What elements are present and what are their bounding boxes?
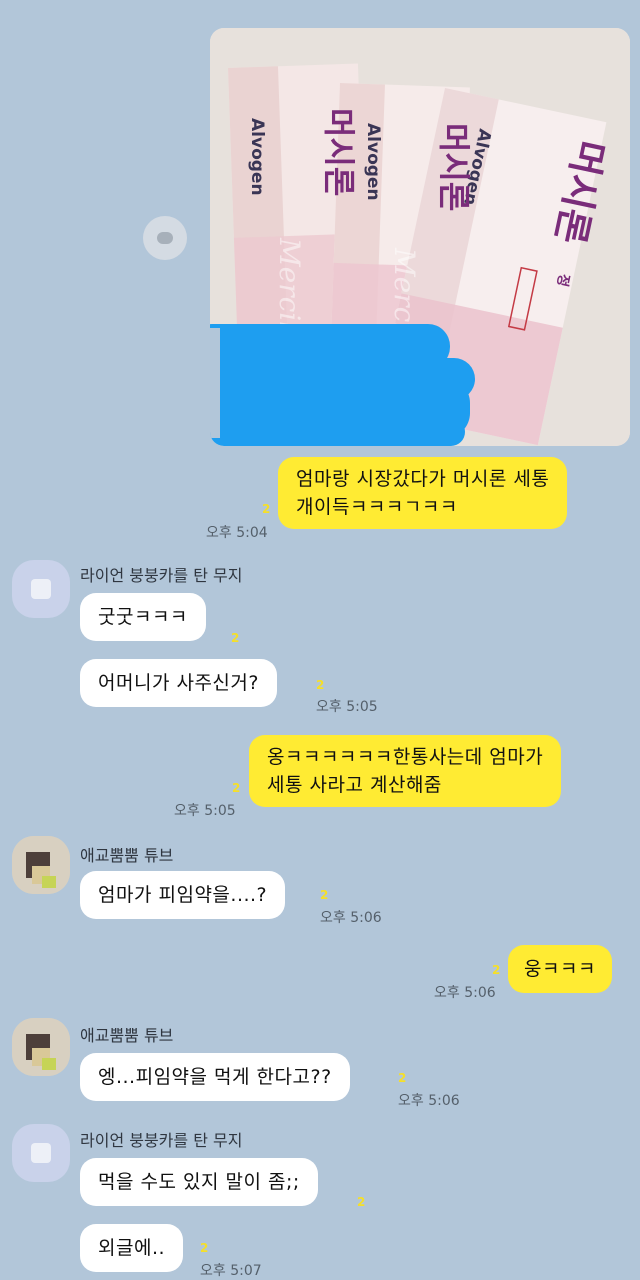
message-line: 옹ㅋㅋㅋㅋㅋㅋ한통사는데 엄마가 bbox=[267, 746, 544, 768]
sender-name: 라이언 붕붕카를 탄 무지 bbox=[80, 1131, 243, 1150]
unread-count: 2 bbox=[200, 1241, 209, 1255]
box-brand-1: Alvogen bbox=[247, 118, 267, 196]
box-brand-2: Alvogen bbox=[363, 123, 383, 201]
message-text: 외글에.. bbox=[98, 1237, 166, 1259]
message-time: 오후 5:07 bbox=[200, 1263, 262, 1279]
message-bubble[interactable]: 어머니가 사주신거? bbox=[80, 659, 277, 707]
message-time: 오후 5:06 bbox=[320, 910, 382, 926]
message-bubble[interactable]: 엄마가 피임약을....? bbox=[80, 871, 286, 919]
message-line: 개이득ㅋㅋㅋㄱㅋㅋ bbox=[296, 496, 458, 518]
sender-name: 라이언 붕붕카를 탄 무지 bbox=[80, 566, 243, 585]
message-text: 엄마가 피임약을....? bbox=[98, 884, 268, 906]
sender-name: 애교뿜뿜 튜브 bbox=[80, 846, 174, 865]
message-text: 굿굿ㅋㅋㅋ bbox=[98, 606, 188, 628]
avatar[interactable] bbox=[12, 836, 70, 894]
unread-count: 2 bbox=[357, 1195, 366, 1209]
message-time: 오후 5:05 bbox=[174, 803, 236, 819]
message-line: 세통 사라고 계산해줌 bbox=[267, 774, 442, 796]
message-text: 엥...피임약을 먹게 한다고?? bbox=[98, 1066, 332, 1088]
message-bubble[interactable]: 외글에.. bbox=[80, 1224, 184, 1272]
box-name-2: 머시론 bbox=[435, 123, 473, 211]
message-bubble[interactable]: 먹을 수도 있지 말이 좀;; bbox=[80, 1158, 318, 1206]
share-icon[interactable] bbox=[143, 216, 187, 260]
unread-count: 2 bbox=[492, 963, 501, 977]
unread-count: 2 bbox=[231, 631, 240, 645]
message-bubble[interactable]: 굿굿ㅋㅋㅋ bbox=[80, 593, 206, 641]
sender-name: 애교뿜뿜 튜브 bbox=[80, 1026, 174, 1045]
shared-photo[interactable]: Alvogen Alvogen Alvogen 머시론 머시론 머시론 정 Me… bbox=[210, 28, 630, 446]
avatar[interactable] bbox=[12, 560, 70, 618]
unread-count: 2 bbox=[398, 1071, 407, 1085]
unread-count: 2 bbox=[320, 888, 329, 902]
message-bubble[interactable]: 엄마랑 시장갔다가 머시론 세통 개이득ㅋㅋㅋㄱㅋㅋ bbox=[278, 457, 568, 529]
message-time: 오후 5:04 bbox=[206, 525, 268, 541]
box-name-1: 머시론 bbox=[320, 108, 358, 196]
message-bubble[interactable]: 옹ㅋㅋㅋㅋㅋㅋ한통사는데 엄마가 세통 사라고 계산해줌 bbox=[249, 735, 562, 807]
message-text: 어머니가 사주신거? bbox=[98, 672, 259, 694]
unread-count: 2 bbox=[316, 678, 325, 692]
message-text: 웅ㅋㅋㅋ bbox=[524, 958, 596, 980]
message-time: 오후 5:06 bbox=[398, 1093, 460, 1109]
unread-count: 2 bbox=[262, 502, 271, 516]
message-text: 먹을 수도 있지 말이 좀;; bbox=[98, 1171, 300, 1193]
message-line: 엄마랑 시장갔다가 머시론 세통 bbox=[296, 468, 550, 490]
avatar[interactable] bbox=[12, 1018, 70, 1076]
message-time: 오후 5:06 bbox=[434, 985, 496, 1001]
avatar[interactable] bbox=[12, 1124, 70, 1182]
message-bubble[interactable]: 엥...피임약을 먹게 한다고?? bbox=[80, 1053, 350, 1101]
message-bubble[interactable]: 웅ㅋㅋㅋ bbox=[508, 945, 612, 993]
message-time: 오후 5:05 bbox=[316, 699, 378, 715]
unread-count: 2 bbox=[232, 781, 241, 795]
